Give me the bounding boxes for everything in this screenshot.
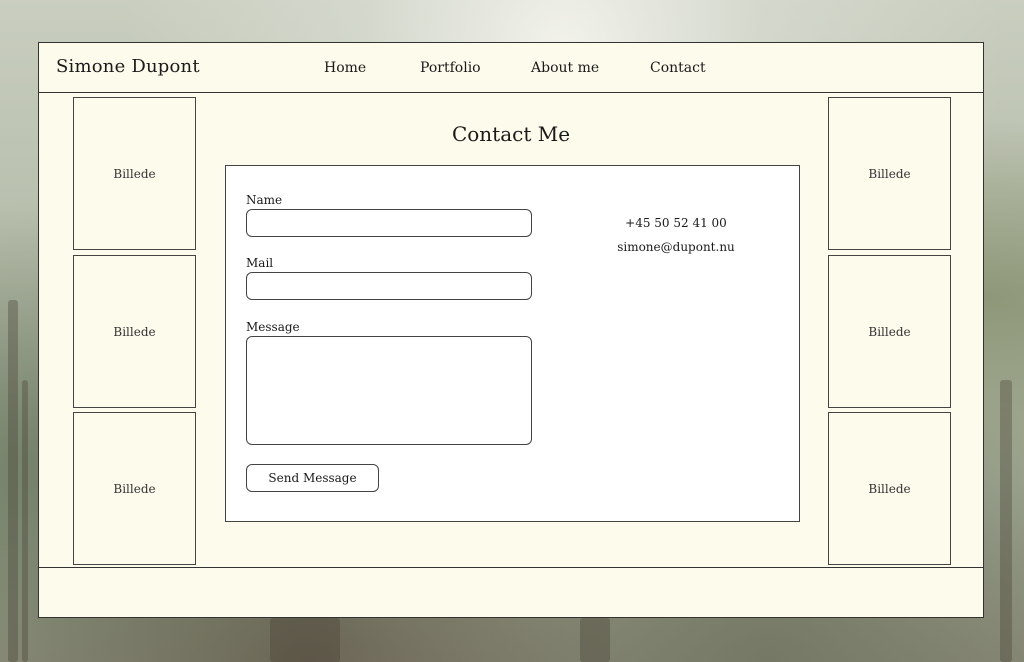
send-message-button[interactable]: Send Message <box>246 464 379 492</box>
brand-logo[interactable]: Simone Dupont <box>56 56 200 77</box>
mail-label: Mail <box>246 256 274 270</box>
email-address[interactable]: simone@dupont.nu <box>586 240 766 254</box>
mail-input[interactable] <box>246 272 532 300</box>
nav-contact[interactable]: Contact <box>650 60 706 76</box>
background-tree <box>22 380 28 662</box>
phone-number: +45 50 52 41 00 <box>625 216 727 230</box>
nav-about-me[interactable]: About me <box>531 60 599 76</box>
site-footer <box>39 567 983 617</box>
gallery-image-placeholder: Billede <box>828 97 951 250</box>
name-input[interactable] <box>246 209 532 237</box>
gallery-image-placeholder: Billede <box>73 255 196 408</box>
site-header: Simone Dupont Home Portfolio About me Co… <box>39 43 983 93</box>
name-label: Name <box>246 193 283 207</box>
gallery-image-placeholder: Billede <box>828 255 951 408</box>
gallery-image-placeholder: Billede <box>828 412 951 565</box>
contact-card: Name Mail Message Send Message +45 50 52… <box>225 165 800 522</box>
background-tree <box>1000 380 1012 662</box>
message-textarea[interactable] <box>246 336 532 445</box>
nav-home[interactable]: Home <box>324 60 366 76</box>
page-title: Contact Me <box>451 122 571 146</box>
nav-portfolio[interactable]: Portfolio <box>420 60 481 76</box>
gallery-image-placeholder: Billede <box>73 97 196 250</box>
gallery-image-placeholder: Billede <box>73 412 196 565</box>
background-tree <box>270 618 340 662</box>
background-tree <box>8 300 18 662</box>
site-frame: Simone Dupont Home Portfolio About me Co… <box>38 42 984 618</box>
message-label: Message <box>246 320 300 334</box>
background-tree <box>580 618 610 662</box>
